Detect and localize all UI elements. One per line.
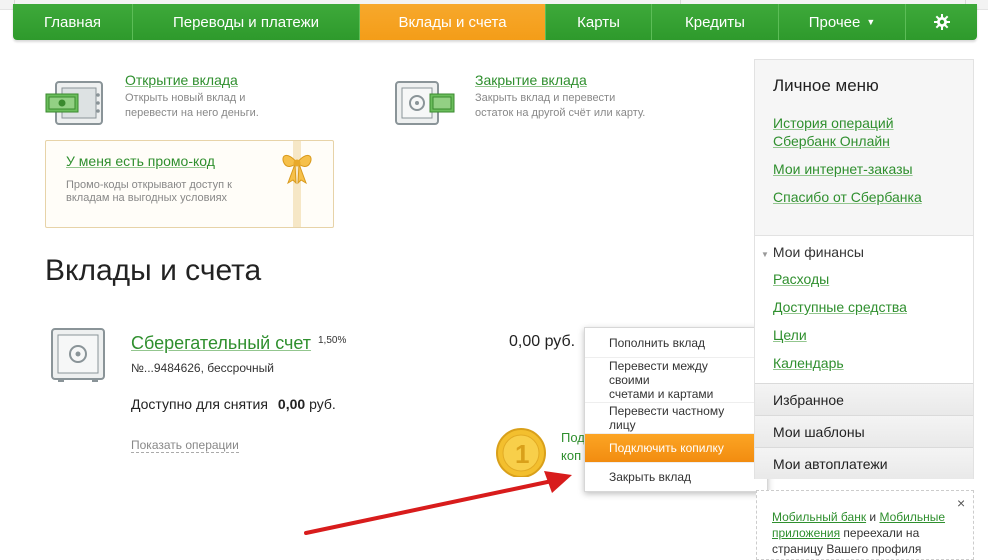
kopilka-line: коп	[561, 448, 582, 463]
promo-code-box[interactable]: У меня есть промо-код Промо-коды открыва…	[45, 140, 334, 228]
close-deposit-desc: Закрыть вклад и перевести остаток на друг…	[475, 91, 645, 121]
menu-item-top-up[interactable]: Пополнить вклад	[585, 328, 767, 358]
safe-close-icon	[395, 81, 455, 125]
kopilka-line: Под	[561, 430, 585, 445]
menu-item-label: Пополнить вклад	[609, 335, 706, 350]
desc-line: Закрыть вклад и перевести	[475, 92, 616, 104]
account-balance: 0,00 руб.	[509, 333, 576, 350]
menu-item-label: Перевести между своими счетами и картами	[609, 359, 743, 401]
nav-item-deposits[interactable]: Вклады и счета	[360, 4, 546, 40]
menu-item-transfer-own[interactable]: Перевести между своими счетами и картами	[585, 358, 767, 403]
expenses-link[interactable]: Расходы	[773, 270, 829, 288]
history-link[interactable]: История операций	[773, 114, 894, 132]
my-autopayments-row[interactable]: Мои автоплатежи	[755, 447, 973, 479]
favorites-row[interactable]: Избранное	[755, 383, 973, 415]
available-amount: Доступно для снятия 0,00 руб.	[131, 396, 336, 412]
available-currency: руб.	[309, 396, 336, 412]
mobile-bank-notice: × Мобильный банк и Мобильные приложения …	[756, 490, 974, 560]
gift-bow-icon	[282, 155, 312, 185]
calendar-link[interactable]: Календарь	[773, 354, 844, 372]
nav-label: Главная	[43, 13, 102, 31]
row-label: Мои шаблоны	[773, 423, 865, 440]
menu-item-label: Перевести частному лицу	[609, 404, 725, 432]
promo-code-desc: Промо-коды открывают доступ к вкладам на …	[66, 179, 266, 205]
promo-code-link[interactable]: У меня есть промо-код	[66, 153, 215, 169]
menu-item-connect-kopilka[interactable]: Подключить копилку	[585, 434, 767, 463]
notice-conjunction: и	[866, 510, 880, 524]
nav-label: Карты	[577, 13, 620, 31]
desc-line: перевести на него деньги.	[125, 107, 259, 119]
available-funds-link[interactable]: Доступные средства	[773, 298, 907, 316]
my-finances-panel: ▼ Мои финансы Расходы Доступные средства …	[755, 235, 973, 383]
account-name-link[interactable]: Сберегательный счет	[131, 333, 311, 354]
menu-item-close-deposit[interactable]: Закрыть вклад	[585, 463, 767, 491]
account-rate: 1,50%	[318, 335, 347, 346]
nav-item-transfers[interactable]: Переводы и платежи	[133, 4, 360, 40]
spasibo-link[interactable]: Спасибо от Сбербанка	[773, 188, 922, 206]
desc-line: Открыть новый вклад и	[125, 92, 246, 104]
available-label: Доступно для снятия	[131, 396, 268, 412]
nav-item-other[interactable]: Прочее ▼	[779, 4, 906, 40]
desc-line: вкладам на выгодных условиях	[66, 192, 228, 204]
notice-text: Мобильный банк и Мобильные приложения пе…	[772, 509, 962, 557]
chevron-down-icon: ▼	[866, 17, 876, 27]
internet-orders-link[interactable]: Мои интернет-заказы	[773, 160, 913, 178]
page-title: Вклады и счета	[45, 254, 262, 287]
safe-open-icon	[45, 81, 103, 125]
row-label: Избранное	[773, 391, 844, 408]
row-label: Мои автоплатежи	[773, 455, 888, 472]
nav-item-credits[interactable]: Кредиты	[652, 4, 779, 40]
available-value: 0,00	[277, 396, 306, 412]
nav-item-home[interactable]: Главная	[13, 4, 133, 40]
my-finances-heading[interactable]: ▼ Мои финансы	[761, 244, 864, 260]
open-deposit-desc: Открыть новый вклад и перевести на него д…	[125, 91, 259, 121]
triangle-down-icon: ▼	[761, 250, 769, 259]
nav-label: Переводы и платежи	[172, 13, 320, 31]
mobile-bank-link[interactable]: Мобильный банк	[772, 510, 866, 524]
close-deposit-tile: Закрытие вклада Закрыть вклад и перевест…	[475, 72, 645, 121]
menu-item-label: Закрыть вклад	[609, 470, 691, 484]
safe-icon	[51, 328, 105, 382]
open-deposit-tile: Открытие вклада Открыть новый вклад и пер…	[125, 72, 259, 121]
desc-line: Промо-коды открывают доступ к	[66, 179, 232, 191]
label-line: Перевести между своими	[609, 359, 708, 387]
annotation-arrow	[304, 471, 572, 535]
nav-label: Прочее	[808, 13, 861, 31]
personal-menu-panel: Личное меню История операций Сбербанк Он…	[755, 60, 973, 234]
close-deposit-link[interactable]: Закрытие вклада	[475, 72, 645, 88]
nav-label: Вклады и счета	[398, 13, 507, 31]
goals-link[interactable]: Цели	[773, 326, 807, 344]
account-number: №...9484626, бессрочный	[131, 361, 274, 375]
menu-item-label: Подключить копилку	[609, 441, 724, 455]
settings-button[interactable]	[906, 4, 977, 40]
open-deposit-link[interactable]: Открытие вклада	[125, 72, 259, 88]
nav-item-cards[interactable]: Карты	[546, 4, 652, 40]
personal-menu-sidebar: Личное меню История операций Сбербанк Он…	[754, 59, 974, 479]
desc-line: остаток на другой счёт или карту.	[475, 107, 646, 119]
my-templates-row[interactable]: Мои шаблоны	[755, 415, 973, 447]
account-actions-menu: Пополнить вклад Перевести между своими сч…	[584, 327, 768, 492]
personal-menu-heading: Личное меню	[773, 76, 879, 95]
gear-icon	[933, 14, 950, 30]
my-finances-label: Мои финансы	[772, 244, 864, 260]
nav-label: Кредиты	[685, 13, 745, 31]
menu-item-transfer-person[interactable]: Перевести частному лицу	[585, 403, 767, 434]
main-nav: Главная Переводы и платежи Вклады и счет…	[13, 4, 977, 40]
show-operations-link[interactable]: Показать операции	[131, 438, 239, 453]
history-link-line2[interactable]: Сбербанк Онлайн	[773, 132, 890, 150]
label-line: счетами и картами	[609, 387, 714, 401]
kopilka-link[interactable]: Под коп	[561, 429, 585, 465]
